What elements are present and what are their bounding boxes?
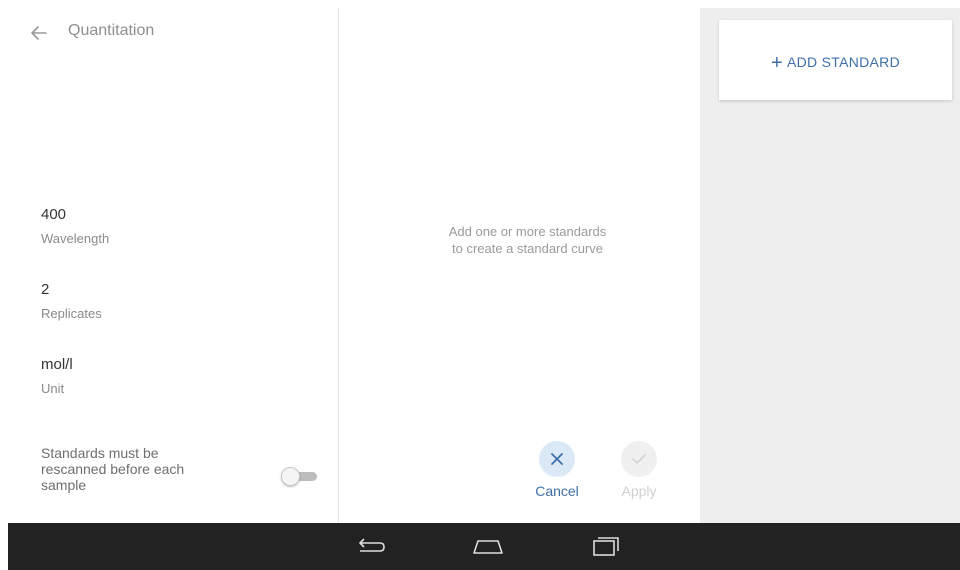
standards-panel: + ADD STANDARD [700, 8, 960, 523]
unit-value: mol/l [41, 356, 73, 373]
toggle-thumb [281, 467, 300, 486]
plus-icon: + [770, 52, 783, 74]
nav-back-button[interactable] [350, 533, 386, 559]
rescan-label-line: sample [41, 477, 87, 493]
apply-label: Apply [621, 483, 657, 499]
rescan-setting: Standards must be rescanned before each … [41, 445, 331, 505]
wavelength-setting[interactable]: 400 Wavelength [41, 206, 109, 246]
nav-back-icon [359, 538, 385, 552]
cancel-button[interactable]: Cancel [527, 441, 587, 499]
system-nav-bar [8, 523, 960, 570]
apply-circle [621, 441, 657, 477]
replicates-label: Replicates [41, 306, 102, 321]
replicates-value: 2 [41, 281, 50, 298]
close-icon [551, 453, 563, 465]
nav-recent-apps-button[interactable] [588, 533, 624, 559]
page-title: Quantitation [68, 22, 155, 39]
add-standard-label-row: + ADD STANDARD [719, 52, 952, 75]
wavelength-value: 400 [41, 206, 67, 223]
screen: Quantitation 400 Wavelength 2 Replicates… [0, 0, 960, 570]
rescan-label-line: rescanned before each [41, 461, 185, 477]
rescan-label-line: Standards must be [41, 445, 159, 461]
unit-label: Unit [41, 381, 65, 396]
replicates-setting[interactable]: 2 Replicates [41, 281, 102, 321]
rescan-label: Standards must be rescanned before each … [41, 445, 231, 493]
add-standard-label: ADD STANDARD [786, 54, 900, 70]
settings-panel: Quantitation 400 Wavelength 2 Replicates… [8, 8, 339, 523]
cancel-label: Cancel [535, 483, 579, 499]
cancel-circle [539, 441, 575, 477]
empty-state-line: Add one or more standards [448, 224, 607, 239]
standard-curve-area: Add one or more standards to create a st… [339, 8, 699, 523]
unit-setting[interactable]: mol/l Unit [41, 356, 73, 396]
rescan-toggle[interactable] [281, 466, 321, 486]
empty-state-line: to create a standard curve [451, 241, 604, 256]
check-icon [632, 454, 646, 464]
wavelength-label: Wavelength [41, 231, 110, 246]
empty-state-message: Add one or more standards to create a st… [339, 223, 699, 257]
back-button[interactable] [28, 22, 50, 44]
apply-button[interactable]: Apply [609, 441, 669, 499]
nav-home-icon [473, 540, 503, 554]
app-bar: Quantitation [8, 8, 338, 56]
nav-recent-apps-icon [593, 537, 619, 556]
arrow-back-icon [31, 26, 47, 40]
nav-home-button[interactable] [470, 533, 506, 559]
add-standard-button[interactable]: + ADD STANDARD [719, 20, 952, 100]
